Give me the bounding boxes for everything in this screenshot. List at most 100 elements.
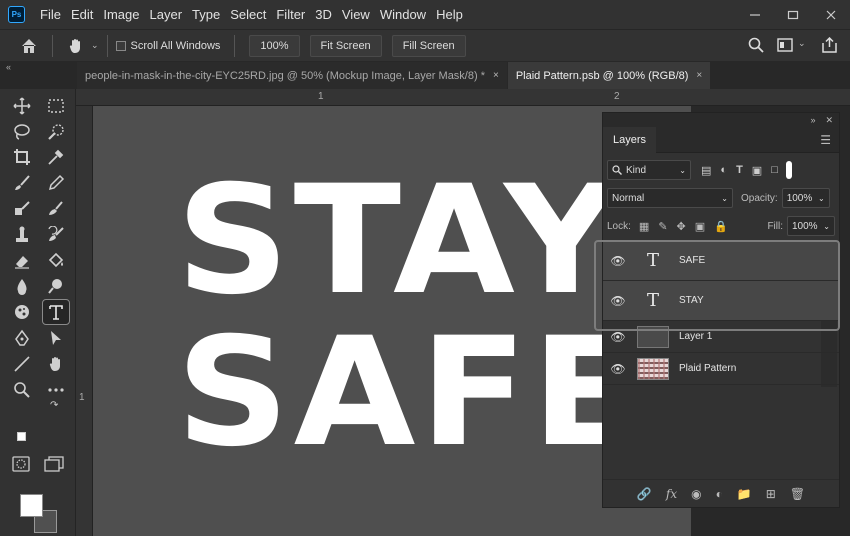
paint-bucket-tool-icon[interactable] [42, 248, 70, 274]
healing-brush-tool-icon[interactable] [8, 196, 36, 222]
type-tool-icon[interactable] [42, 299, 70, 326]
blend-mode-dropdown[interactable]: Normal ⌄ [607, 188, 733, 208]
workspace-icon[interactable] [777, 38, 793, 52]
menu-image[interactable]: Image [98, 0, 144, 29]
menu-view[interactable]: View [337, 0, 375, 29]
menu-help[interactable]: Help [431, 0, 468, 29]
filter-kind-dropdown[interactable]: Kind ⌄ [607, 160, 691, 180]
share-icon[interactable] [821, 37, 838, 53]
lock-image-icon[interactable]: ✎ [658, 220, 667, 233]
visibility-eye-icon[interactable]: 👁 [603, 330, 633, 344]
collapse-panel-icon[interactable]: « [6, 62, 11, 72]
home-icon[interactable] [20, 37, 38, 55]
chevron-down-icon[interactable]: ⌄ [823, 222, 830, 231]
menu-layer[interactable]: Layer [145, 0, 188, 29]
dodge-tool-icon[interactable] [42, 274, 70, 300]
line-tool-icon[interactable] [8, 351, 36, 377]
brush-tool-icon[interactable] [8, 170, 36, 196]
opacity-input[interactable]: 100% ⌄ [781, 188, 830, 208]
scroll-all-windows-checkbox[interactable] [115, 40, 126, 51]
fit-screen-button[interactable]: Fit Screen [309, 34, 382, 57]
history-brush-tool-icon[interactable] [42, 222, 70, 248]
adjustment-layer-icon[interactable]: ◐ [716, 487, 723, 501]
move-tool-icon[interactable] [8, 93, 36, 119]
menu-filter[interactable]: Filter [271, 0, 310, 29]
marquee-tool-icon[interactable] [42, 93, 70, 119]
zoom-tool-icon[interactable] [8, 377, 36, 403]
type-filter-icon[interactable]: T [736, 164, 743, 177]
tab-close-icon[interactable]: × [696, 70, 702, 81]
tab-close-icon[interactable]: × [493, 70, 499, 81]
layer-name[interactable]: Layer 1 [679, 331, 712, 342]
fill-input[interactable]: 100% ⌄ [787, 216, 835, 236]
restore-icon[interactable] [774, 0, 812, 29]
fill-screen-button[interactable]: Fill Screen [391, 34, 466, 57]
menu-file[interactable]: File [35, 0, 66, 29]
link-layers-icon[interactable]: 🔗 [637, 487, 652, 501]
lock-artboard-icon[interactable]: ▣ [695, 220, 705, 233]
more-tools-icon[interactable] [42, 377, 70, 403]
smudge-tool-icon[interactable] [42, 196, 70, 222]
visibility-eye-icon[interactable]: 👁 [603, 294, 633, 308]
layer-name[interactable]: STAY [679, 295, 704, 306]
filter-toggle-icon[interactable] [785, 161, 792, 179]
pen-tool-icon[interactable] [8, 325, 36, 351]
search-icon[interactable] [748, 37, 764, 53]
menu-3d[interactable]: 3D [310, 0, 337, 29]
lock-transparent-icon[interactable]: ▦ [639, 220, 649, 233]
hand-tool-icon[interactable] [67, 37, 85, 55]
layer-row-safe[interactable]: 👁 T SAFE [603, 241, 839, 281]
menu-edit[interactable]: Edit [66, 0, 98, 29]
tab-layers[interactable]: Layers [603, 126, 657, 153]
pixel-filter-icon[interactable]: ▤ [701, 164, 711, 177]
tab-people-in-mask[interactable]: people-in-mask-in-the-city-EYC25RD.jpg @… [77, 62, 507, 89]
delete-layer-icon[interactable]: 🗑 [790, 487, 805, 501]
crop-tool-icon[interactable] [8, 145, 36, 171]
collapse-icon[interactable]: » [810, 115, 815, 125]
smart-object-filter-icon[interactable]: □ [771, 164, 778, 177]
layer-row-layer-1[interactable]: 👁 Layer 1 [603, 321, 839, 353]
screen-mode-icon[interactable] [44, 456, 64, 472]
clone-stamp-tool-icon[interactable] [8, 222, 36, 248]
new-group-icon[interactable]: 📁 [737, 487, 752, 501]
shape-filter-icon[interactable]: ▣ [752, 164, 762, 177]
zoom-100-button[interactable]: 100% [249, 34, 300, 57]
layer-row-stay[interactable]: 👁 T STAY [603, 281, 839, 321]
add-mask-icon[interactable]: ◉ [691, 487, 701, 501]
visibility-eye-icon[interactable]: 👁 [603, 254, 633, 268]
swap-colors-icon[interactable]: ↷ [50, 400, 58, 411]
sponge-tool-icon[interactable] [8, 299, 36, 325]
new-layer-icon[interactable]: ⊞ [766, 487, 776, 501]
panel-menu-icon[interactable]: ☰ [820, 133, 831, 147]
quick-mask-icon[interactable] [12, 456, 30, 472]
menu-select[interactable]: Select [225, 0, 271, 29]
stay-text[interactable]: STAY [176, 166, 622, 316]
hand-tool-icon[interactable] [42, 351, 70, 377]
menu-window[interactable]: Window [375, 0, 431, 29]
chevron-down-icon[interactable]: ⌄ [91, 40, 99, 51]
eraser-tool-icon[interactable] [8, 248, 36, 274]
layer-row-plaid-pattern[interactable]: 👁 Plaid Pattern [603, 353, 839, 385]
adjustment-filter-icon[interactable]: ◐ [720, 164, 727, 177]
lock-all-icon[interactable]: 🔒 [714, 220, 728, 233]
minimize-icon[interactable] [736, 0, 774, 29]
default-colors-icon[interactable] [17, 432, 26, 441]
workspace-chevron-icon[interactable]: ⌄ [798, 38, 806, 49]
layer-name[interactable]: SAFE [679, 255, 705, 266]
close-icon[interactable] [812, 0, 850, 29]
lock-position-icon[interactable]: ✥ [677, 220, 686, 233]
layer-name[interactable]: Plaid Pattern [679, 363, 736, 374]
foreground-color-swatch[interactable] [20, 494, 43, 517]
chevron-down-icon[interactable]: ⌄ [818, 194, 825, 203]
blur-tool-icon[interactable] [8, 274, 36, 300]
path-selection-tool-icon[interactable] [42, 325, 70, 351]
panel-close-icon[interactable]: ✕ [825, 115, 833, 126]
menu-type[interactable]: Type [187, 0, 225, 29]
tab-plaid-pattern[interactable]: Plaid Pattern.psb @ 100% (RGB/8) × [507, 62, 711, 89]
fx-icon[interactable]: fx [666, 487, 677, 501]
lasso-tool-icon[interactable] [8, 119, 36, 145]
pencil-tool-icon[interactable] [42, 170, 70, 196]
visibility-eye-icon[interactable]: 👁 [603, 362, 633, 376]
eyedropper-tool-icon[interactable] [42, 145, 70, 171]
quick-selection-tool-icon[interactable] [42, 119, 70, 145]
